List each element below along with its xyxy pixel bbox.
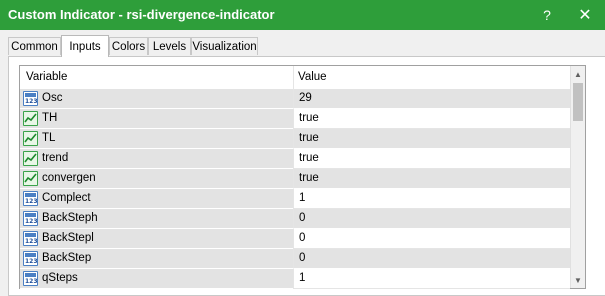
grid-header: Variable Value [20, 66, 570, 90]
param-name-cell[interactable]: TL [20, 129, 293, 149]
boolean-param-icon [23, 111, 38, 126]
param-name: BackStepl [42, 232, 94, 244]
param-name-cell[interactable]: trend [20, 149, 293, 169]
param-value: true [299, 152, 319, 164]
tab-levels[interactable]: Levels [148, 37, 191, 55]
header-variable[interactable]: Variable [26, 71, 67, 83]
header-value[interactable]: Value [298, 71, 327, 83]
param-name-cell[interactable]: BackStepl [20, 229, 293, 249]
param-value: true [299, 172, 319, 184]
tab-common[interactable]: Common [8, 37, 61, 55]
boolean-param-icon [23, 171, 38, 186]
param-value-cell[interactable]: 1 [293, 269, 570, 289]
param-name-cell[interactable]: qSteps [20, 269, 293, 289]
chart-line-icon [24, 113, 37, 123]
param-value: 29 [299, 92, 312, 104]
param-name: BackSteph [42, 212, 98, 224]
param-value: 0 [299, 252, 306, 264]
numeric-param-icon [23, 251, 38, 266]
chart-line-icon [24, 153, 37, 163]
table-row[interactable]: BackSteph 0 [20, 209, 570, 229]
numeric-param-icon [23, 231, 38, 246]
param-value-cell[interactable]: true [293, 169, 570, 189]
param-name: trend [42, 152, 69, 164]
tab-colors[interactable]: Colors [109, 37, 148, 55]
param-value-cell[interactable]: true [293, 129, 570, 149]
param-name: qSteps [42, 272, 78, 284]
help-button[interactable]: ? [528, 0, 566, 30]
chart-line-icon [24, 133, 37, 143]
param-name: convergen [42, 172, 96, 184]
scroll-thumb[interactable] [573, 83, 583, 121]
help-icon: ? [543, 7, 551, 23]
param-value-cell[interactable]: true [293, 109, 570, 129]
table-row[interactable]: Complect 1 [20, 189, 570, 209]
tab-visualization[interactable]: Visualization [191, 37, 258, 55]
table-row[interactable]: trend true [20, 149, 570, 169]
numeric-param-icon [23, 211, 38, 226]
param-name-cell[interactable]: BackStep [20, 249, 293, 269]
table-row[interactable]: Osc 29 [20, 89, 570, 109]
param-value: 1 [299, 272, 306, 284]
param-value-cell[interactable]: 0 [293, 209, 570, 229]
table-row[interactable]: TH true [20, 109, 570, 129]
param-value: true [299, 112, 319, 124]
table-row[interactable]: BackStepl 0 [20, 229, 570, 249]
param-name: BackStep [42, 252, 92, 264]
param-value: 1 [299, 192, 306, 204]
close-button[interactable]: ✕ [566, 0, 604, 30]
boolean-param-icon [23, 131, 38, 146]
param-value-cell[interactable]: 1 [293, 189, 570, 209]
numeric-param-icon [23, 191, 38, 206]
param-value-cell[interactable]: 0 [293, 229, 570, 249]
header-divider[interactable] [293, 66, 294, 89]
chart-line-icon [24, 173, 37, 183]
scroll-down-icon[interactable]: ▼ [571, 272, 585, 288]
param-name-cell[interactable]: Complect [20, 189, 293, 209]
param-name-cell[interactable]: TH [20, 109, 293, 129]
grid-rows: Osc 29 TH true TL true trend true convergen true C… [20, 89, 570, 289]
param-name-cell[interactable]: convergen [20, 169, 293, 189]
numeric-param-icon [23, 271, 38, 286]
param-value: 0 [299, 232, 306, 244]
param-value-cell[interactable]: 29 [293, 89, 570, 109]
param-value-cell[interactable]: 0 [293, 249, 570, 269]
param-name-cell[interactable]: BackSteph [20, 209, 293, 229]
table-row[interactable]: qSteps 1 [20, 269, 570, 289]
numeric-param-icon [23, 91, 38, 106]
table-row[interactable]: convergen true [20, 169, 570, 189]
param-value-cell[interactable]: true [293, 149, 570, 169]
param-name: TH [42, 112, 58, 124]
param-name-cell[interactable]: Osc [20, 89, 293, 109]
window-title: Custom Indicator - rsi-divergence-indica… [8, 7, 275, 22]
table-row[interactable]: BackStep 0 [20, 249, 570, 269]
close-icon: ✕ [578, 7, 592, 24]
boolean-param-icon [23, 151, 38, 166]
param-name: TL [42, 132, 56, 144]
param-value: true [299, 132, 319, 144]
table-row[interactable]: TL true [20, 129, 570, 149]
param-value: 0 [299, 212, 306, 224]
inputs-grid: Variable Value Osc 29 TH true TL true trend tru… [19, 65, 586, 289]
tab-inputs[interactable]: Inputs [61, 35, 109, 57]
scroll-up-icon[interactable]: ▲ [571, 66, 585, 82]
vertical-scrollbar[interactable]: ▲ ▼ [570, 66, 585, 288]
title-bar: Custom Indicator - rsi-divergence-indica… [0, 0, 605, 30]
param-name: Osc [42, 92, 63, 104]
param-name: Complect [42, 192, 91, 204]
